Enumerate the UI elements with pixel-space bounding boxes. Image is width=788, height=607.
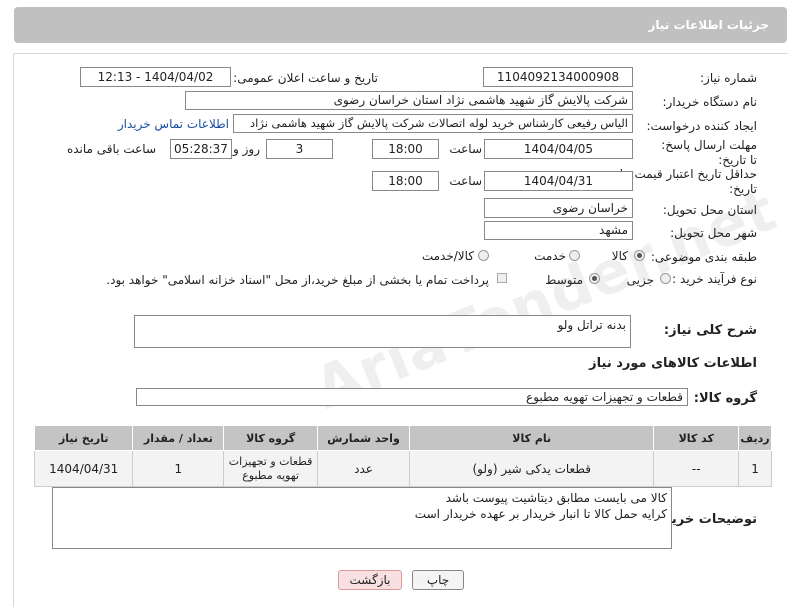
category-service-label: خدمت	[534, 249, 566, 263]
cell-date: 1404/04/31	[33, 450, 134, 487]
buyer-notes-field: کالا می بایست مطابق دیتاشیت پیوست باشد ک…	[52, 487, 672, 549]
reply-deadline-label: مهلت ارسال پاسخ: تا تاریخ:	[661, 138, 757, 167]
cell-row: 1	[738, 450, 772, 487]
contact-info-link[interactable]: اطلاعات تماس خریدار	[118, 117, 229, 131]
remaining-label: ساعت باقی مانده	[66, 142, 156, 156]
days-field: 3	[266, 139, 333, 159]
validity-time-label: ساعت	[449, 174, 482, 188]
page-header: جزئیات اطلاعات نیاز	[14, 7, 787, 43]
buyer-notes-line-2: کرایه حمل کالا تا انبار خریدار بر عهده خ…	[414, 507, 667, 521]
cell-unit: عدد	[317, 450, 411, 487]
col-header-row: ردیف	[738, 425, 772, 451]
validity-date-field: 1404/04/31	[484, 171, 633, 191]
category-service-radio[interactable]	[569, 250, 580, 261]
category-goods-radio[interactable]	[634, 250, 645, 261]
day-and-label: روز و	[233, 142, 260, 156]
cell-quantity: 1	[132, 450, 225, 487]
category-goods-service-label: کالا/خدمت	[421, 249, 474, 263]
treasury-payment-checkbox[interactable]	[497, 273, 507, 283]
table-row: 1 -- قطعات یدکی شیر (ولو) عدد قطعات و تج…	[33, 450, 772, 487]
buyer-org-label: نام دستگاه خریدار:	[662, 95, 758, 109]
process-medium-label: متوسط	[545, 273, 583, 287]
page-title: جزئیات اطلاعات نیاز	[648, 18, 769, 32]
category-goods-service-radio[interactable]	[478, 250, 489, 261]
delivery-province-label: استان محل تحویل:	[662, 203, 757, 217]
goods-table: ردیف کد کالا نام کالا واحد شمارش گروه کا…	[33, 425, 772, 487]
cell-code: --	[653, 450, 740, 487]
announce-datetime-field: 1404/04/02 - 12:13	[80, 67, 231, 87]
col-header-code: کد کالا	[653, 425, 740, 451]
back-button[interactable]: بازگشت	[338, 570, 402, 590]
description-label: شرح کلی نیاز:	[663, 323, 757, 338]
category-goods-label: کالا	[611, 249, 628, 263]
city-field: مشهد	[484, 221, 633, 240]
category-label: طبقه بندی موضوعی:	[650, 250, 757, 264]
col-header-unit: واحد شمارش	[317, 425, 411, 451]
reply-time-label: ساعت	[449, 142, 482, 156]
goods-info-heading: اطلاعات کالاهای مورد نیاز	[589, 356, 757, 371]
process-minor-label: جزیی	[626, 273, 654, 287]
process-type-label: نوع فرآیند خرید :	[672, 272, 757, 286]
goods-group-label: گروه کالا:	[693, 391, 757, 406]
requester-label: ایجاد کننده درخواست:	[646, 119, 757, 133]
process-minor-radio[interactable]	[660, 273, 671, 284]
col-header-quantity: تعداد / مقدار	[132, 425, 225, 451]
reply-time-field: 18:00	[372, 139, 439, 159]
col-header-name: نام کالا	[409, 425, 655, 451]
goods-group-field: قطعات و تجهیزات تهویه مطبوع	[136, 388, 688, 406]
delivery-city-label: شهر محل تحویل:	[670, 226, 757, 240]
payment-note: پرداخت تمام یا بخشی از مبلغ خرید،از محل …	[106, 273, 489, 287]
reply-date-field: 1404/04/05	[484, 139, 633, 159]
price-validity-label: حداقل تاریخ اعتبار قیمت: تا تاریخ:	[619, 167, 757, 196]
province-field: خراسان رضوی	[484, 198, 633, 218]
validity-time-field: 18:00	[372, 171, 439, 191]
col-header-group: گروه کالا	[223, 425, 319, 451]
process-medium-radio[interactable]	[589, 273, 600, 284]
cell-group: قطعات و تجهیزات تهویه مطبوع	[223, 450, 319, 487]
buyer-org-field: شرکت پالایش گاز شهید هاشمی نژاد استان خر…	[185, 91, 633, 110]
need-number-label: شماره نیاز:	[700, 71, 757, 85]
requester-field: الیاس رفیعی کارشناس خرید لوله اتصالات شر…	[233, 114, 633, 133]
print-button[interactable]: چاپ	[412, 570, 464, 590]
need-number-field: 1104092134000908	[483, 67, 633, 87]
buyer-notes-line-1: کالا می بایست مطابق دیتاشیت پیوست باشد	[445, 491, 667, 505]
description-field: بدنه تراتل ولو	[134, 315, 631, 348]
col-header-date: تاریخ نیاز	[33, 425, 134, 451]
cell-name: قطعات یدکی شیر (ولو)	[409, 450, 655, 487]
remaining-time-field: 05:28:37	[170, 139, 232, 159]
announce-datetime-label: تاریخ و ساعت اعلان عمومی:	[233, 71, 378, 85]
